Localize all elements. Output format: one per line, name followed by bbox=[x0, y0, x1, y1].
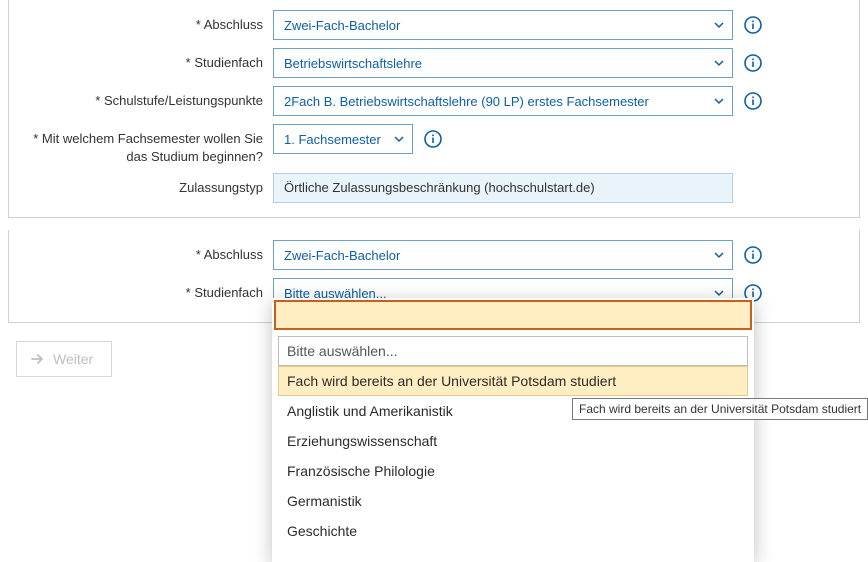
row-schulstufe: * Schulstufe/Leistungspunkte 2Fach B. Be… bbox=[25, 86, 843, 116]
select-studienfach-1[interactable]: Betriebswirtschaftslehre bbox=[273, 48, 733, 78]
label-studienfach-1: * Studienfach bbox=[25, 48, 273, 72]
row-studienfach-1: * Studienfach Betriebswirtschaftslehre bbox=[25, 48, 843, 78]
select-value: Betriebswirtschaftslehre bbox=[284, 56, 422, 71]
info-icon[interactable] bbox=[743, 91, 763, 111]
select-value: Zwei-Fach-Bachelor bbox=[284, 248, 400, 263]
weiter-label: Weiter bbox=[53, 351, 93, 367]
info-icon[interactable] bbox=[743, 15, 763, 35]
info-icon[interactable] bbox=[743, 245, 763, 265]
caret-down-icon bbox=[714, 96, 724, 106]
row-abschluss-2: * Abschluss Zwei-Fach-Bachelor bbox=[25, 240, 843, 270]
arrow-right-icon bbox=[31, 353, 45, 365]
dropdown-option[interactable]: Germanistik bbox=[278, 486, 748, 516]
info-icon[interactable] bbox=[743, 53, 763, 73]
weiter-button[interactable]: Weiter bbox=[16, 341, 112, 377]
select-abschluss-1[interactable]: Zwei-Fach-Bachelor bbox=[273, 10, 733, 40]
caret-down-icon bbox=[714, 20, 724, 30]
select-value: 2Fach B. Betriebswirtschaftslehre (90 LP… bbox=[284, 94, 649, 109]
select-fachsemester[interactable]: 1. Fachsemester bbox=[273, 124, 413, 154]
row-fachsemester: * Mit welchem Fachsemester wollen Sie da… bbox=[25, 124, 843, 165]
select-schulstufe[interactable]: 2Fach B. Betriebswirtschaftslehre (90 LP… bbox=[273, 86, 733, 116]
caret-down-icon bbox=[714, 288, 724, 298]
dropdown-option[interactable]: Erziehungswissenschaft bbox=[278, 426, 748, 456]
tooltip: Fach wird bereits an der Universität Pot… bbox=[572, 398, 868, 420]
dropdown-list: Bitte auswählen...Fach wird bereits an d… bbox=[272, 332, 754, 562]
row-abschluss-1: * Abschluss Zwei-Fach-Bachelor bbox=[25, 10, 843, 40]
readonly-zulassungstyp: Örtliche Zulassungsbeschränkung (hochsch… bbox=[273, 173, 733, 203]
dropdown-option[interactable]: Fach wird bereits an der Universität Pot… bbox=[278, 366, 748, 396]
label-studienfach-2: * Studienfach bbox=[25, 278, 273, 302]
label-abschluss-1: * Abschluss bbox=[25, 10, 273, 34]
select-value: 1. Fachsemester bbox=[284, 132, 381, 147]
caret-down-icon bbox=[714, 58, 724, 68]
dropdown-option[interactable]: Geschichte bbox=[278, 516, 748, 546]
caret-down-icon bbox=[394, 134, 404, 144]
label-zulassungstyp: Zulassungstyp bbox=[25, 173, 273, 197]
caret-down-icon bbox=[714, 250, 724, 260]
dropdown-option[interactable]: Französische Philologie bbox=[278, 456, 748, 486]
row-zulassungstyp: Zulassungstyp Örtliche Zulassungsbeschrä… bbox=[25, 173, 843, 203]
section-first-subject: * Abschluss Zwei-Fach-Bachelor * Studien… bbox=[8, 0, 860, 218]
studienfach-dropdown[interactable]: Bitte auswählen...Fach wird bereits an d… bbox=[272, 298, 754, 562]
dropdown-option[interactable]: Bitte auswählen... bbox=[278, 336, 748, 366]
select-abschluss-2[interactable]: Zwei-Fach-Bachelor bbox=[273, 240, 733, 270]
info-icon[interactable] bbox=[423, 129, 443, 149]
label-schulstufe: * Schulstufe/Leistungspunkte bbox=[25, 86, 273, 110]
label-fachsemester: * Mit welchem Fachsemester wollen Sie da… bbox=[25, 124, 273, 165]
label-abschluss-2: * Abschluss bbox=[25, 240, 273, 264]
dropdown-search-input[interactable] bbox=[274, 300, 752, 330]
select-value: Zwei-Fach-Bachelor bbox=[284, 18, 400, 33]
